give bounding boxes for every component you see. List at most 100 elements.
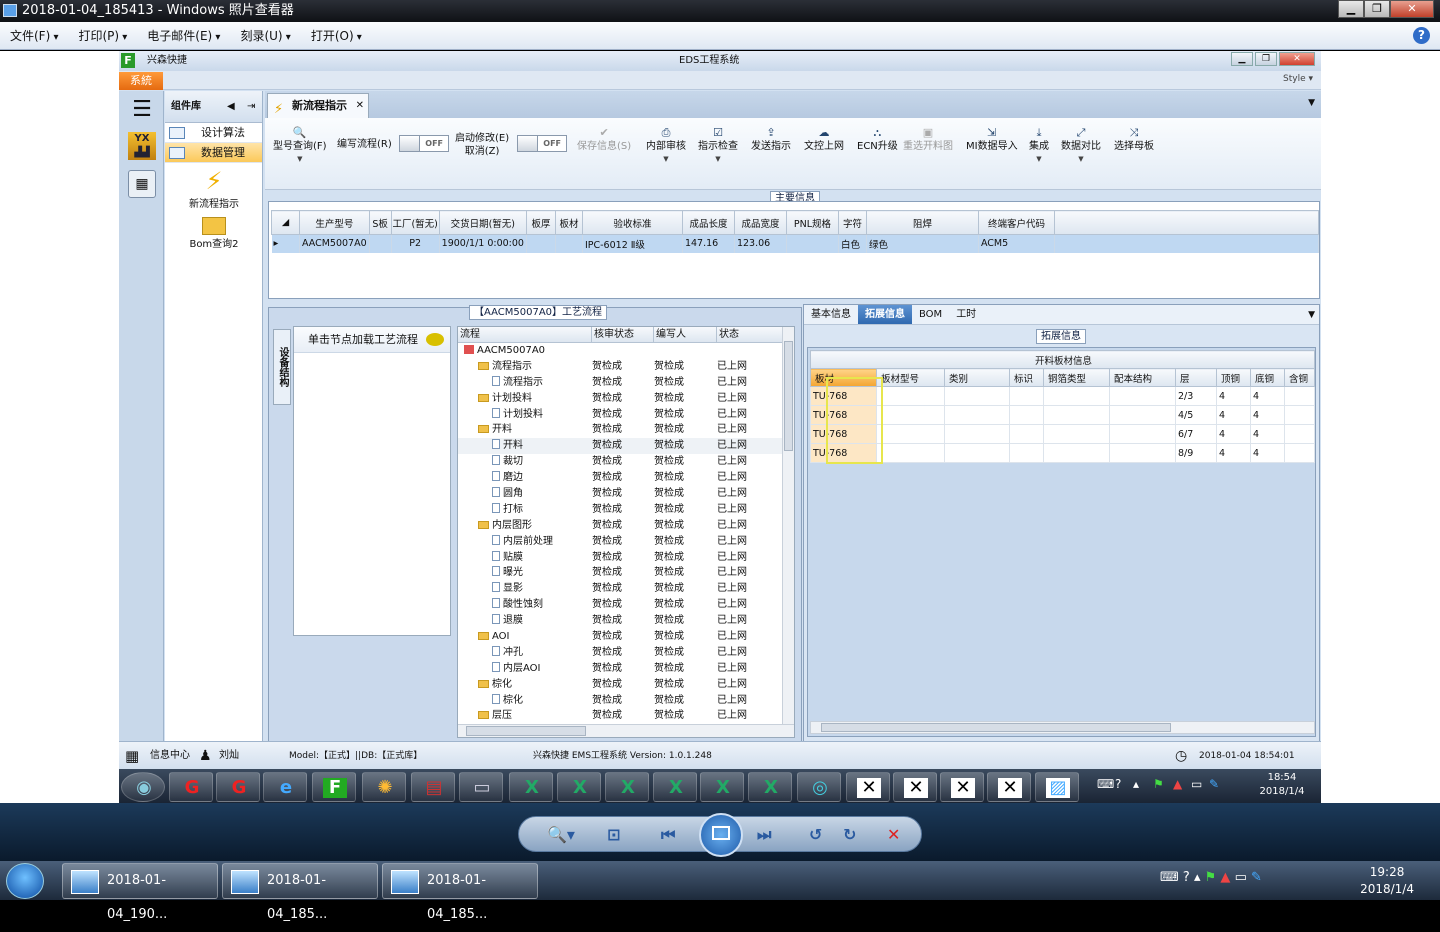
tree-node[interactable]: 退膜 [492, 613, 523, 629]
save-info-button[interactable]: ✔ 保存信息(S) [577, 126, 631, 153]
tree-node[interactable]: 计划投料 [478, 391, 532, 407]
start-modify-toggle[interactable]: OFF [517, 135, 567, 152]
tree-row[interactable]: 层压 贺检成 贺检成 已上网 [458, 708, 794, 724]
cell-model[interactable]: AACM5007A0 [299, 234, 370, 253]
cell-material[interactable] [555, 234, 583, 253]
column-header[interactable]: 字符 [837, 210, 867, 235]
menu-email[interactable]: 电子邮件(E) [137, 27, 230, 44]
tree-row[interactable]: 开料 贺检成 贺检成 已上网 [458, 438, 794, 455]
table-cell[interactable] [1009, 405, 1044, 425]
column-header[interactable]: 成品宽度 [733, 210, 787, 235]
inner-task-excel2[interactable]: X [557, 772, 601, 802]
table-cell[interactable] [1009, 424, 1044, 444]
column-header[interactable]: PNL规格 [785, 210, 839, 235]
table-cell[interactable] [876, 386, 945, 406]
tree-node[interactable]: 流程指示 [492, 375, 543, 391]
inner-clock[interactable]: 18:54 2018/1/4 [1251, 771, 1313, 799]
menu-burn[interactable]: 刻录(U) [230, 27, 300, 44]
cell-factory[interactable]: P2 [391, 234, 440, 253]
lib-item-data-management[interactable]: 数据管理 [165, 143, 262, 163]
table-cell[interactable]: 4 [1216, 443, 1251, 463]
tree-row[interactable]: 裁切 贺检成 贺检成 已上网 [458, 454, 794, 470]
column-header[interactable]: 标识 [1009, 368, 1044, 387]
tree-vertical-scrollbar[interactable] [782, 327, 794, 725]
tree-row[interactable]: 冲孔 贺检成 贺检成 已上网 [458, 645, 794, 661]
tray-feather-icon[interactable]: ✎ [1209, 777, 1219, 791]
indicator-check-button[interactable]: ☑ 指示检查 ▼ [698, 126, 738, 166]
tree-node[interactable]: 曝光 [492, 565, 523, 581]
mi-import-button[interactable]: ⇲ MI数据导入 [966, 126, 1018, 153]
tree-node[interactable]: 棕化 [478, 677, 512, 693]
column-header[interactable]: S板 [368, 210, 392, 235]
cell-length[interactable]: 147.16 [682, 234, 735, 253]
table-row[interactable]: TU-768 4/5 4 4 [810, 405, 1315, 425]
eds-minimize-button[interactable]: ▁ [1231, 52, 1253, 66]
internal-review-button[interactable]: ⎙ 内部审核 ▼ [646, 126, 686, 166]
load-flow-hint[interactable]: 单击节点加载工艺流程 [294, 327, 450, 353]
table-cell[interactable]: 4 [1250, 386, 1285, 406]
monitor-tray-icon[interactable]: ▭ [1235, 870, 1247, 885]
cell-width[interactable]: 123.06 [734, 234, 787, 253]
keyboard-icon[interactable]: ⌨ [1160, 870, 1179, 885]
inner-task-picture[interactable]: ▨ [1035, 772, 1079, 802]
column-header[interactable]: 板材 [554, 210, 583, 235]
inner-task-app-g2[interactable]: G [216, 772, 260, 802]
inner-task-excel3[interactable]: X [605, 772, 649, 802]
hamburger-menu-icon[interactable]: ☰ [128, 97, 156, 125]
table-cell[interactable] [876, 424, 945, 444]
minimize-button[interactable]: ▁ [1338, 0, 1364, 18]
tree-node[interactable]: 贴膜 [492, 550, 523, 566]
column-header[interactable]: 状态 [717, 327, 783, 342]
tree-row[interactable]: 开料 贺检成 贺检成 已上网 [458, 422, 794, 438]
tree-row[interactable]: 曝光 贺检成 贺检成 已上网 [458, 565, 794, 581]
table-cell[interactable] [1009, 386, 1044, 406]
ecn-upgrade-button[interactable]: ⛬ ECN升级 [857, 126, 898, 153]
tree-row[interactable]: 棕化 贺检成 贺检成 已上网 [458, 677, 794, 693]
table-cell[interactable] [1284, 443, 1315, 463]
tree-node[interactable]: 开料 [492, 438, 523, 454]
previous-icon[interactable]: ⏮ [661, 825, 675, 845]
tree-row[interactable]: 计划投料 贺检成 贺检成 已上网 [458, 407, 794, 423]
inner-task-eye[interactable]: ◎ [797, 772, 841, 802]
tab-dropdown-icon[interactable]: ▼ [1308, 305, 1315, 325]
cell-delivery-date[interactable]: 1900/1/1 0:00:00 [439, 234, 527, 253]
tree-row[interactable]: 流程指示 贺检成 贺检成 已上网 [458, 359, 794, 375]
column-header[interactable]: 编写人 [654, 327, 717, 342]
tree-row[interactable]: 棕化 贺检成 贺检成 已上网 [458, 693, 794, 709]
table-cell[interactable] [1043, 405, 1110, 425]
tree-node[interactable]: 计划投料 [492, 407, 543, 423]
style-selector[interactable]: Style ▾ [1283, 74, 1313, 84]
start-modify-button[interactable]: 启动修改(E) 取消(Z) [455, 132, 509, 158]
tray-arrow-icon[interactable]: ▴ [1133, 777, 1139, 791]
table-cell[interactable] [944, 405, 1010, 425]
tree-row[interactable]: 圆角 贺检成 贺检成 已上网 [458, 486, 794, 502]
tree-node[interactable]: 开料 [478, 422, 512, 438]
tree-node[interactable]: AOI [478, 629, 510, 645]
tree-row[interactable]: 退膜 贺检成 贺检成 已上网 [458, 613, 794, 629]
table-cell[interactable] [1284, 405, 1315, 425]
cell-pnl[interactable] [786, 234, 839, 253]
table-cell[interactable]: 4 [1216, 405, 1251, 425]
column-header[interactable]: 核审状态 [592, 327, 654, 342]
column-header[interactable]: 类别 [944, 368, 1010, 387]
column-header[interactable]: 工厂(暂无) [390, 210, 440, 235]
tree-node[interactable]: 内层图形 [478, 518, 532, 534]
table-cell[interactable] [876, 405, 945, 425]
table-cell[interactable]: 4 [1250, 424, 1285, 444]
tab-bom[interactable]: BOM [912, 305, 949, 324]
tree-row[interactable]: 酸性蚀刻 贺检成 贺检成 已上网 [458, 597, 794, 613]
next-icon[interactable]: ⏭ [757, 825, 771, 845]
inner-task-scanner[interactable]: ▭ [459, 772, 503, 802]
tool-bom-query[interactable]: Bom查询2 [165, 217, 263, 250]
slideshow-button[interactable] [699, 813, 743, 857]
table-cell[interactable] [1284, 386, 1315, 406]
column-header[interactable]: 板材型号 [876, 368, 945, 387]
tab-new-flow-indicator[interactable]: ⚡ 新流程指示 ✕ [267, 93, 369, 118]
tool-new-flow-indicator[interactable]: ⚡ 新流程指示 [165, 167, 263, 210]
column-header[interactable]: 配本结构 [1109, 368, 1176, 387]
tree-row[interactable]: 内层AOI 贺检成 贺检成 已上网 [458, 661, 794, 677]
table-cell[interactable]: 4 [1250, 443, 1285, 463]
os-clock[interactable]: 19:28 2018/1/4 [1360, 864, 1414, 898]
calculator-icon[interactable]: ▦ [128, 170, 156, 198]
tree-horizontal-scrollbar[interactable] [458, 724, 794, 737]
